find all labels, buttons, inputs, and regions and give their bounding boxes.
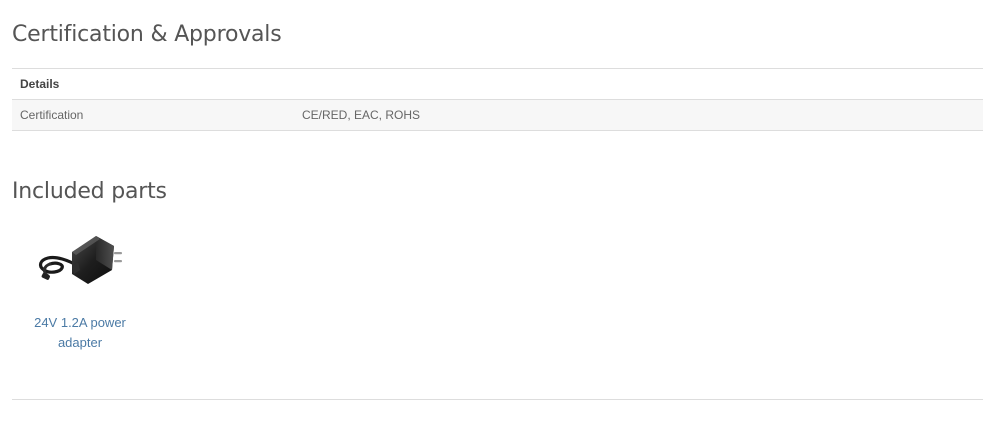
- certification-table: Details Certification CE/RED, EAC, ROHS: [12, 68, 983, 131]
- included-parts-section-title: Included parts: [12, 179, 167, 204]
- included-part-card[interactable]: 24V 1.2A power adapter: [28, 222, 132, 353]
- certification-section-title: Certification & Approvals: [12, 22, 282, 47]
- certification-value: CE/RED, EAC, ROHS: [294, 99, 983, 131]
- section-divider: [12, 399, 983, 400]
- table-header-details: Details: [12, 68, 983, 100]
- power-adapter-image[interactable]: [34, 222, 126, 306]
- power-adapter-link[interactable]: 24V 1.2A power adapter: [28, 313, 132, 353]
- table-row: Certification CE/RED, EAC, ROHS: [12, 99, 983, 131]
- certification-label: Certification: [12, 99, 294, 131]
- table-header-row: Details: [12, 68, 983, 100]
